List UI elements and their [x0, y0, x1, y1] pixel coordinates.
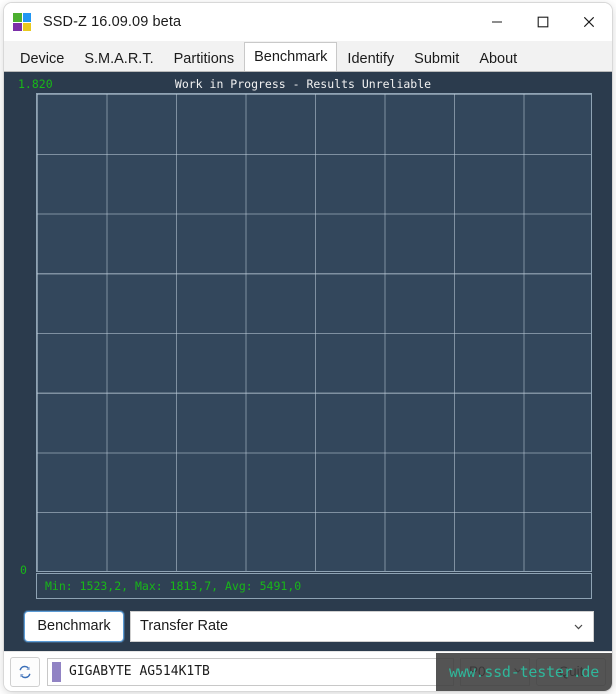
- transfer-rate-chart: 1.820 Work in Progress - Results Unrelia…: [14, 77, 592, 602]
- title-bar: SSD-Z 16.09.09 beta: [4, 3, 612, 41]
- benchmark-run-button[interactable]: Benchmark: [24, 610, 124, 642]
- chevron-down-icon: [572, 620, 585, 633]
- benchmark-mode-value: Transfer Rate: [140, 618, 229, 634]
- benchmark-mode-select[interactable]: Transfer Rate: [130, 610, 594, 642]
- drive-name-label: GIGABYTE AG514K1TB: [69, 664, 210, 679]
- refresh-icon: [19, 665, 31, 678]
- chevron-down-icon: [512, 663, 524, 681]
- maximize-icon: [537, 16, 549, 28]
- chart-stats-text: Min: 1523,2, Max: 1813,7, Avg: 5491,0: [45, 579, 302, 593]
- quit-button[interactable]: Quit: [536, 657, 606, 686]
- minimize-button[interactable]: [474, 3, 520, 41]
- minimize-icon: [492, 21, 502, 23]
- tab-submit[interactable]: Submit: [404, 45, 469, 71]
- close-icon: [583, 16, 595, 28]
- window-controls: [474, 3, 612, 41]
- benchmark-controls: Benchmark Transfer Rate: [24, 610, 594, 642]
- tab-smart[interactable]: S.M.A.R.T.: [74, 45, 163, 71]
- tab-device[interactable]: Device: [10, 45, 74, 71]
- benchmark-panel: 1.820 Work in Progress - Results Unrelia…: [4, 71, 612, 655]
- chart-title: Work in Progress - Results Unreliable: [174, 77, 432, 91]
- tab-benchmark[interactable]: Benchmark: [244, 42, 338, 71]
- app-window: SSD-Z 16.09.09 beta Device S.M.A.R.T. Pa…: [4, 3, 612, 691]
- window-title: SSD-Z 16.09.09 beta: [43, 14, 182, 30]
- chart-plot-area: [36, 93, 592, 572]
- refresh-button[interactable]: [10, 656, 40, 687]
- maximize-button[interactable]: [520, 3, 566, 41]
- port-select[interactable]: P0: [460, 657, 530, 686]
- tab-bar: Device S.M.A.R.T. Partitions Benchmark I…: [4, 41, 612, 71]
- drive-color-swatch: [52, 661, 61, 682]
- tab-identify[interactable]: Identify: [337, 45, 404, 71]
- port-value: P0: [469, 664, 486, 679]
- status-bar: GIGABYTE AG514K1TB P0 Quit: [4, 651, 612, 691]
- ssdz-logo-icon: [13, 13, 31, 31]
- chart-header: 1.820 Work in Progress - Results Unrelia…: [14, 77, 592, 93]
- close-button[interactable]: [566, 3, 612, 41]
- tab-about[interactable]: About: [469, 45, 527, 71]
- chart-stats-bar: Min: 1523,2, Max: 1813,7, Avg: 5491,0: [36, 573, 592, 599]
- chart-y-min-label: 0: [20, 563, 27, 577]
- tab-partitions[interactable]: Partitions: [164, 45, 244, 71]
- selected-drive-field[interactable]: GIGABYTE AG514K1TB: [47, 657, 454, 686]
